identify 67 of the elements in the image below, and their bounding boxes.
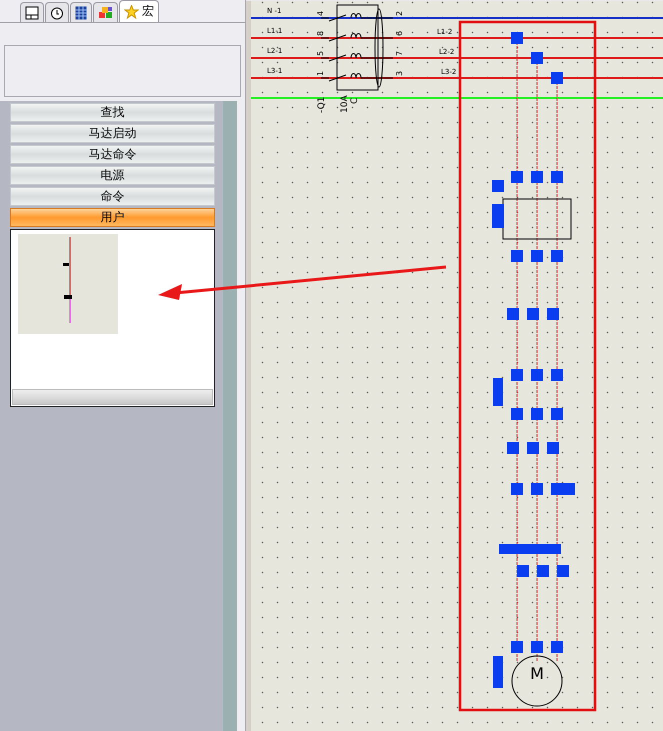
motor-symbol[interactable]	[512, 656, 562, 706]
connection-point-icon[interactable]	[511, 369, 523, 381]
connection-point-icon[interactable]	[531, 483, 543, 495]
breaker-curve: C	[350, 98, 360, 104]
connection-point-icon[interactable]	[511, 250, 523, 262]
connection-point-icon[interactable]	[551, 250, 563, 262]
terminal-number: 5	[316, 50, 325, 56]
connection-point-icon[interactable]	[551, 369, 563, 381]
connection-point-icon[interactable]	[537, 565, 549, 577]
symbol-preview-drawing[interactable]	[18, 234, 118, 334]
group-header[interactable]: 查找	[10, 103, 215, 122]
connection-point-icon[interactable]	[527, 308, 539, 320]
star-icon	[124, 4, 139, 18]
connection-point-icon[interactable]	[551, 483, 563, 495]
terminal-number: 3	[395, 70, 404, 76]
terminal-number: 4	[316, 10, 325, 16]
terminal-number: 1	[316, 70, 325, 76]
terminal-number: 6	[395, 30, 404, 36]
connection-point-icon[interactable]	[492, 204, 504, 216]
breaker-name: -Q1	[317, 96, 327, 113]
group-header[interactable]: 马达启动	[10, 124, 215, 143]
page-icon	[25, 6, 39, 20]
connection-point-icon[interactable]	[499, 544, 561, 554]
panel-tab[interactable]	[70, 2, 92, 22]
connection-point-icon[interactable]	[511, 483, 523, 495]
panel-tab[interactable]: 宏	[119, 0, 159, 22]
connection-point-icon[interactable]	[507, 308, 519, 320]
switch-outline	[502, 198, 572, 240]
clock-icon	[50, 6, 64, 20]
connection-point-icon[interactable]	[493, 656, 503, 688]
connection-point-icon[interactable]	[511, 171, 523, 183]
connection-point-icon[interactable]	[551, 641, 563, 653]
connection-point-icon[interactable]	[551, 72, 563, 84]
connection-point-icon[interactable]	[557, 565, 569, 577]
cubes-icon	[98, 6, 113, 20]
motor-label: M	[530, 664, 544, 683]
connection-point-icon[interactable]	[511, 641, 523, 653]
terminal-number: 8	[316, 30, 325, 36]
group-header[interactable]: 命令	[10, 187, 215, 206]
connection-point-icon[interactable]	[531, 408, 543, 420]
connection-point-icon[interactable]	[563, 483, 575, 495]
connection-point-icon[interactable]	[531, 641, 543, 653]
terminal-number: 7	[395, 50, 404, 56]
connection-point-icon[interactable]	[531, 52, 543, 64]
connection-point-icon[interactable]	[531, 250, 543, 262]
connection-point-icon[interactable]	[547, 442, 559, 454]
connection-point-icon[interactable]	[531, 369, 543, 381]
terminal-number: 2	[395, 10, 404, 16]
connection-point-icon[interactable]	[511, 32, 523, 44]
connection-point-icon[interactable]	[547, 308, 559, 320]
connection-point-icon[interactable]	[527, 442, 539, 454]
connection-point-icon[interactable]	[551, 171, 563, 183]
connection-point-icon[interactable]	[551, 408, 563, 420]
panel-tab[interactable]	[20, 2, 44, 22]
group-header[interactable]: 用户	[10, 208, 215, 227]
connection-point-icon[interactable]	[531, 171, 543, 183]
breaker-rating: 10A	[340, 95, 350, 113]
group-header[interactable]: 电源	[10, 166, 215, 185]
group-header[interactable]: 马达命令	[10, 145, 215, 164]
connection-point-icon[interactable]	[492, 180, 504, 192]
connection-point-icon[interactable]	[511, 408, 523, 420]
connection-point-icon[interactable]	[517, 565, 529, 577]
table-icon	[75, 6, 87, 20]
connection-point-icon[interactable]	[507, 442, 519, 454]
connection-point-icon[interactable]	[492, 216, 504, 228]
panel-tab[interactable]	[45, 2, 69, 22]
connection-point-icon[interactable]	[493, 378, 503, 406]
